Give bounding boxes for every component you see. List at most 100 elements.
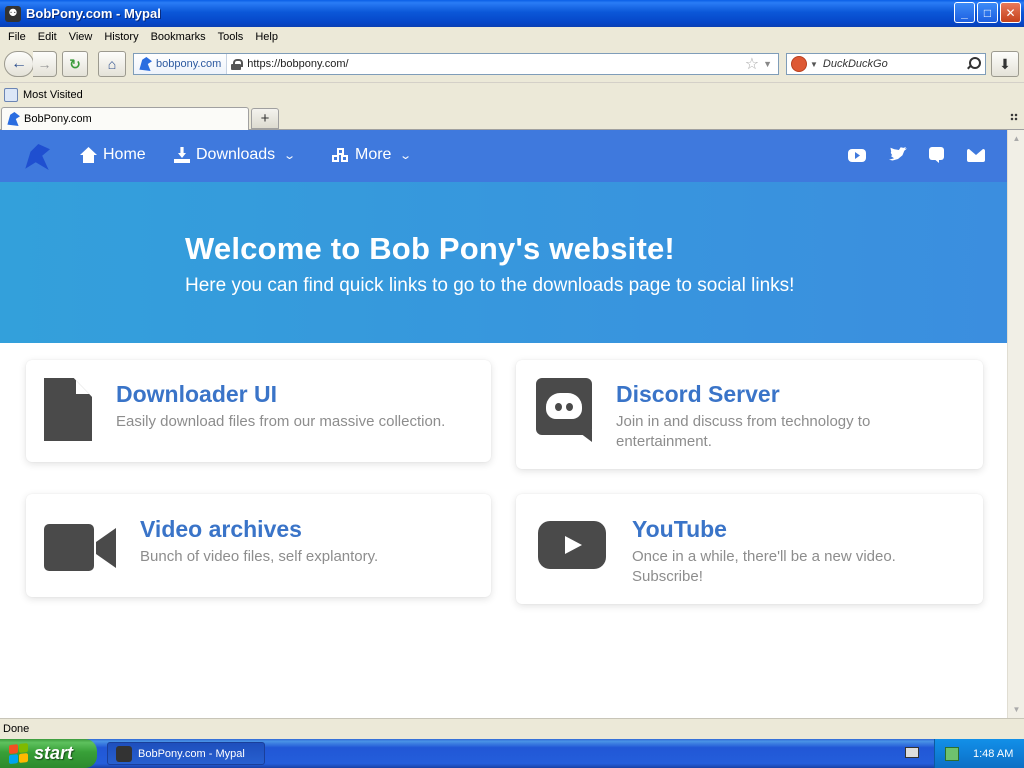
card-title[interactable]: Discord Server bbox=[616, 381, 780, 408]
discord-icon[interactable] bbox=[928, 147, 946, 163]
menu-help[interactable]: Help bbox=[249, 31, 284, 43]
card-downloader-ui[interactable]: Downloader UI Easily download files from… bbox=[26, 360, 491, 462]
menu-edit[interactable]: Edit bbox=[32, 31, 63, 43]
chevron-down-icon: ⌄ bbox=[399, 149, 413, 162]
maximize-button[interactable]: □ bbox=[977, 2, 998, 23]
menu-history[interactable]: History bbox=[98, 31, 144, 43]
window-controls: _ □ ✕ bbox=[954, 2, 1021, 23]
chevron-down-icon: ⌄ bbox=[283, 149, 297, 162]
site-identity-button[interactable]: bobpony.com bbox=[134, 54, 228, 74]
downloads-button[interactable]: ⬇ bbox=[991, 51, 1019, 77]
window-titlebar[interactable]: ⚉ BobPony.com - Mypal _ □ ✕ bbox=[0, 0, 1024, 27]
scroll-down-icon[interactable]: ▼ bbox=[1008, 701, 1024, 718]
most-visited-icon bbox=[4, 88, 18, 102]
menu-bar: File Edit View History Bookmarks Tools H… bbox=[0, 27, 1024, 46]
search-icon[interactable] bbox=[966, 57, 981, 71]
download-icon bbox=[174, 147, 190, 163]
url-bar[interactable]: bobpony.com https://bobpony.com/ ☆ ▼ bbox=[133, 53, 779, 75]
nav-more-dropdown[interactable]: More ⌄ bbox=[332, 146, 413, 164]
card-youtube[interactable]: YouTube Once in a while, there'll be a n… bbox=[516, 494, 983, 604]
duckduckgo-icon[interactable] bbox=[791, 56, 807, 72]
house-icon bbox=[80, 147, 97, 163]
youtube-play-icon bbox=[538, 521, 606, 569]
cubes-icon bbox=[332, 147, 349, 163]
card-video-archives[interactable]: Video archives Bunch of video files, sel… bbox=[26, 494, 491, 597]
nav-home-link[interactable]: Home bbox=[80, 146, 146, 164]
keyboard-language-icon[interactable] bbox=[905, 747, 919, 758]
search-engine-dropdown-icon[interactable]: ▼ bbox=[810, 60, 818, 69]
new-tab-button[interactable]: + bbox=[251, 108, 279, 129]
menu-bookmarks[interactable]: Bookmarks bbox=[145, 31, 212, 43]
minimize-button[interactable]: _ bbox=[954, 2, 975, 23]
card-title[interactable]: Downloader UI bbox=[116, 381, 277, 408]
clock[interactable]: 1:48 AM bbox=[973, 748, 1013, 760]
tab-strip: BobPony.com + bbox=[0, 106, 1024, 130]
forward-button[interactable]: → bbox=[33, 51, 57, 77]
reload-button[interactable]: ↻ bbox=[62, 51, 88, 77]
start-button[interactable]: start bbox=[0, 739, 97, 768]
taskbar: start BobPony.com - Mypal 1:48 AM bbox=[0, 739, 1024, 768]
youtube-icon[interactable] bbox=[848, 147, 866, 163]
scroll-up-icon[interactable]: ▲ bbox=[1008, 130, 1024, 147]
back-button[interactable]: ← bbox=[4, 51, 34, 77]
discord-logo-icon bbox=[536, 378, 592, 442]
tab-list-icon[interactable] bbox=[1010, 113, 1018, 121]
card-description: Join in and discuss from technology to e… bbox=[616, 413, 871, 450]
window-title: BobPony.com - Mypal bbox=[26, 6, 161, 21]
card-title[interactable]: Video archives bbox=[140, 516, 302, 543]
close-button[interactable]: ✕ bbox=[1000, 2, 1021, 23]
system-tray: 1:48 AM bbox=[934, 739, 1024, 768]
mypal-app-icon[interactable]: ⚉ bbox=[5, 5, 21, 22]
card-description: Bunch of video files, self explantory. bbox=[140, 548, 379, 565]
card-description: Once in a while, there'll be a new video… bbox=[632, 548, 896, 585]
download-arrow-icon: ⬇ bbox=[999, 55, 1011, 72]
lock-icon bbox=[231, 58, 244, 70]
card-description: Easily download files from our massive c… bbox=[116, 413, 446, 430]
nav-more-label: More bbox=[355, 146, 392, 163]
nav-home-label: Home bbox=[103, 146, 146, 163]
status-text: Done bbox=[3, 723, 30, 735]
tab-bobpony[interactable]: BobPony.com bbox=[1, 107, 249, 130]
menu-file[interactable]: File bbox=[2, 31, 32, 43]
navigation-toolbar: ← → ↻ ⌂ bobpony.com https://bobpony.com/… bbox=[0, 46, 1024, 83]
card-title[interactable]: YouTube bbox=[632, 516, 727, 543]
site-favicon-icon bbox=[139, 57, 152, 71]
taskbar-item-label: BobPony.com - Mypal bbox=[138, 747, 245, 760]
hero-subtitle: Here you can find quick links to go to t… bbox=[185, 275, 795, 296]
menu-view[interactable]: View bbox=[63, 31, 99, 43]
twitter-icon[interactable] bbox=[889, 147, 907, 163]
tab-label: BobPony.com bbox=[24, 113, 92, 125]
hero-title: Welcome to Bob Pony's website! bbox=[185, 231, 675, 266]
reload-icon: ↻ bbox=[69, 55, 81, 72]
site-navbar: Home Downloads ⌄ More ⌄ bbox=[0, 130, 1007, 182]
card-discord-server[interactable]: Discord Server Join in and discuss from … bbox=[516, 360, 983, 469]
video-camera-icon bbox=[44, 524, 116, 572]
status-bar: Done bbox=[0, 718, 1024, 739]
search-bar[interactable]: ▼ DuckDuckGo bbox=[786, 53, 986, 75]
bookmarks-toolbar: Most Visited bbox=[0, 84, 1024, 106]
hero-banner: Welcome to Bob Pony's website! Here you … bbox=[0, 182, 1007, 343]
bookmark-star-icon[interactable]: ☆ bbox=[745, 54, 759, 74]
nav-downloads-dropdown[interactable]: Downloads ⌄ bbox=[174, 146, 297, 164]
bobpony-logo-icon[interactable] bbox=[25, 144, 50, 170]
home-button[interactable]: ⌂ bbox=[98, 51, 126, 77]
url-input[interactable]: https://bobpony.com/ bbox=[241, 58, 745, 70]
nav-downloads-label: Downloads bbox=[196, 146, 276, 163]
plus-icon: + bbox=[260, 110, 270, 127]
bookmark-most-visited[interactable]: Most Visited bbox=[23, 89, 83, 101]
file-icon bbox=[44, 378, 92, 441]
tab-favicon-icon bbox=[7, 112, 20, 126]
windows-logo-icon bbox=[9, 742, 29, 764]
url-history-dropdown-icon[interactable]: ▼ bbox=[763, 59, 772, 69]
mail-icon[interactable] bbox=[967, 147, 985, 163]
vertical-scrollbar[interactable]: ▲ ▼ bbox=[1007, 130, 1024, 718]
search-input[interactable]: DuckDuckGo bbox=[823, 58, 966, 70]
taskbar-item-mypal[interactable]: BobPony.com - Mypal bbox=[107, 742, 265, 765]
start-label: start bbox=[34, 743, 74, 763]
mypal-app-icon bbox=[116, 745, 132, 762]
arrow-left-icon: ← bbox=[11, 55, 27, 72]
arrow-right-icon: → bbox=[37, 56, 52, 72]
identity-label: bobpony.com bbox=[156, 58, 222, 70]
menu-tools[interactable]: Tools bbox=[212, 31, 250, 43]
network-icon[interactable] bbox=[945, 746, 959, 761]
